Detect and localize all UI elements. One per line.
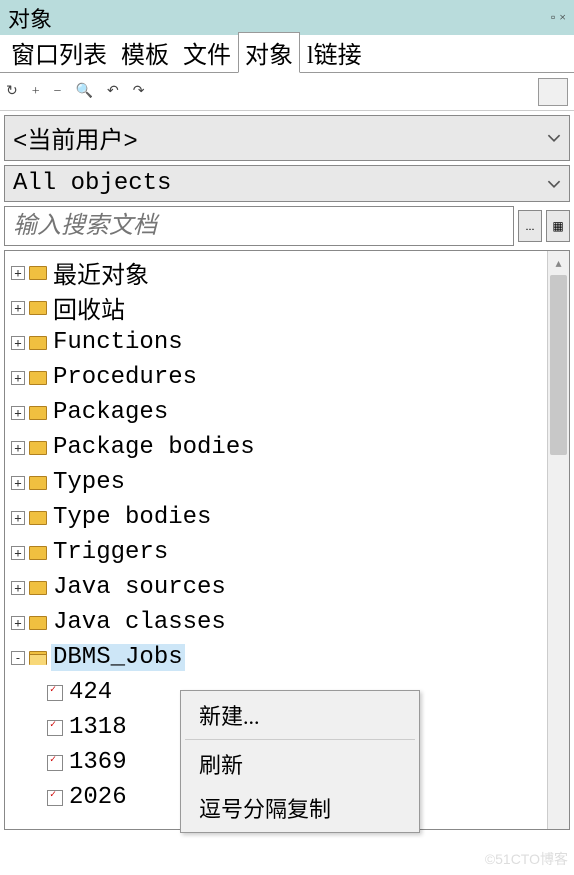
collapse-icon[interactable]: - (11, 651, 25, 665)
tree-item-label: Type bodies (51, 504, 213, 531)
menu-item[interactable]: 刷新 (181, 742, 419, 786)
panel-title: 对象 (8, 2, 52, 34)
pin-icon[interactable]: ▫ (551, 10, 555, 25)
folder-icon (29, 546, 47, 560)
job-icon (47, 685, 63, 701)
tree-item-label: 最近对象 (51, 255, 151, 291)
tab-0[interactable]: 窗口列表 (4, 32, 114, 72)
job-icon (47, 720, 63, 736)
tree-item[interactable]: + Java classes (7, 605, 567, 640)
expand-icon[interactable]: + (11, 546, 25, 560)
scrollbar[interactable]: ▴ (547, 251, 569, 829)
tree-item-label: Packages (51, 399, 170, 426)
tree-item-label: 1369 (67, 749, 129, 776)
tree-item[interactable]: - DBMS_Jobs (7, 640, 567, 675)
tab-2[interactable]: 文件 (176, 32, 238, 72)
tab-4[interactable]: l链接 (300, 32, 369, 72)
tree-item[interactable]: + Package bodies (7, 430, 567, 465)
tree-item-label: Types (51, 469, 127, 496)
tree-item[interactable]: + Packages (7, 395, 567, 430)
tree-item-label: Java sources (51, 574, 228, 601)
menu-item[interactable]: 新建... (181, 693, 419, 737)
scroll-thumb[interactable] (550, 275, 567, 455)
folder-icon (29, 441, 47, 455)
filter-dropdown-label: All objects (13, 170, 547, 197)
tab-strip: 窗口列表模板文件对象l链接 (0, 35, 574, 73)
add-icon[interactable]: + (32, 84, 40, 100)
job-icon (47, 790, 63, 806)
folder-icon (29, 371, 47, 385)
scroll-up-icon[interactable]: ▴ (548, 251, 569, 275)
filter-dropdown[interactable]: All objects (4, 165, 570, 202)
tree-item[interactable]: + Triggers (7, 535, 567, 570)
search-filter-button[interactable]: ▦ (546, 210, 570, 242)
search-row: ... ▦ (4, 206, 570, 246)
refresh-icon[interactable]: ↻ (6, 83, 18, 100)
chevron-down-icon (547, 131, 561, 145)
tab-1[interactable]: 模板 (114, 32, 176, 72)
expand-icon[interactable]: + (11, 511, 25, 525)
expand-icon[interactable]: + (11, 441, 25, 455)
menu-item[interactable]: 逗号分隔复制 (181, 786, 419, 830)
expand-icon[interactable]: + (11, 581, 25, 595)
titlebar-controls: ▫ × (551, 10, 566, 25)
folder-icon (29, 651, 47, 665)
tree-item-label: Procedures (51, 364, 199, 391)
expand-icon[interactable]: + (11, 266, 25, 280)
tree-item-label: 2026 (67, 784, 129, 811)
folder-icon (29, 476, 47, 490)
menu-separator (185, 739, 415, 740)
tree-item-label: Java classes (51, 609, 228, 636)
watermark: ©51CTO博客 (485, 849, 568, 869)
job-icon (47, 755, 63, 771)
expand-icon[interactable]: + (11, 371, 25, 385)
tree-item-label: Package bodies (51, 434, 257, 461)
tab-3[interactable]: 对象 (238, 32, 300, 73)
expand-icon[interactable]: + (11, 616, 25, 630)
search-input[interactable] (4, 206, 514, 246)
tree-item[interactable]: + Type bodies (7, 500, 567, 535)
tree-item-label: Functions (51, 329, 185, 356)
folder-icon (29, 581, 47, 595)
titlebar: 对象 ▫ × (0, 0, 574, 35)
remove-icon[interactable]: − (54, 84, 62, 100)
tree-item-label: DBMS_Jobs (51, 644, 185, 671)
tree-item-label: Triggers (51, 539, 170, 566)
tree-item[interactable]: + Procedures (7, 360, 567, 395)
user-dropdown[interactable]: <当前用户> (4, 115, 570, 161)
tree-item[interactable]: + 最近对象 (7, 255, 567, 290)
forward-icon[interactable]: ↷ (133, 83, 145, 100)
find-icon[interactable]: 🔍 (76, 83, 93, 100)
folder-icon (29, 511, 47, 525)
chevron-down-icon (547, 177, 561, 191)
toolbar-options-button[interactable] (538, 78, 568, 106)
back-icon[interactable]: ↶ (107, 83, 119, 100)
folder-icon (29, 616, 47, 630)
expand-icon[interactable]: + (11, 336, 25, 350)
expand-icon[interactable]: + (11, 476, 25, 490)
folder-icon (29, 336, 47, 350)
search-more-button[interactable]: ... (518, 210, 542, 242)
folder-icon (29, 406, 47, 420)
tree-item[interactable]: + Types (7, 465, 567, 500)
tree-item[interactable]: + Java sources (7, 570, 567, 605)
close-icon[interactable]: × (559, 10, 566, 25)
expand-icon[interactable]: + (11, 301, 25, 315)
tree-item-label: 回收站 (51, 290, 127, 326)
tree-item[interactable]: + Functions (7, 325, 567, 360)
tree-item[interactable]: + 回收站 (7, 290, 567, 325)
expand-icon[interactable]: + (11, 406, 25, 420)
toolbar: ↻ + − 🔍 ↶ ↷ (0, 73, 574, 111)
user-dropdown-label: <当前用户> (13, 120, 547, 156)
tree-item-label: 1318 (67, 714, 129, 741)
folder-icon (29, 266, 47, 280)
context-menu: 新建... 刷新逗号分隔复制 (180, 690, 420, 833)
tree-item-label: 424 (67, 679, 114, 706)
folder-icon (29, 301, 47, 315)
